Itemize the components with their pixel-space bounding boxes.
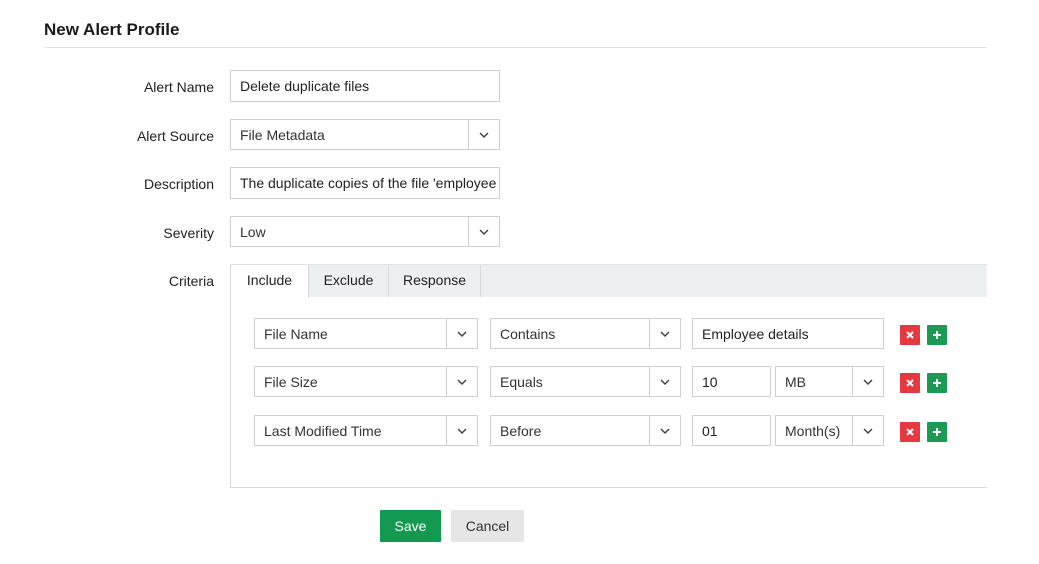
criteria-field-select[interactable]: Last Modified Time [254,415,478,446]
criteria-unit-select[interactable]: Month(s) [775,415,884,446]
criteria-label: Criteria [168,273,214,289]
chevron-down-icon[interactable] [446,367,477,396]
alert-source-label: Alert Source [136,128,214,144]
criteria-field-select[interactable]: File Name [254,318,478,349]
criteria-operator-value: Contains [500,326,556,342]
tab-include[interactable]: Include [230,265,309,298]
criteria-operator-select[interactable]: Before [490,415,681,446]
criteria-value-input[interactable]: 10 [692,366,771,397]
plus-icon [933,428,941,436]
tab-response[interactable]: Response [389,265,481,297]
severity-value: Low [240,224,266,240]
add-criteria-button[interactable] [927,325,947,345]
criteria-field-value: File Name [264,326,328,342]
criteria-field-value: Last Modified Time [264,423,382,439]
criteria-operator-select[interactable]: Equals [490,366,681,397]
chevron-down-icon[interactable] [446,416,477,445]
criteria-operator-select[interactable]: Contains [490,318,681,349]
tab-exclude[interactable]: Exclude [309,265,389,297]
chevron-down-icon[interactable] [468,120,499,149]
criteria-field-value: File Size [264,374,318,390]
remove-criteria-button[interactable] [900,325,920,345]
criteria-value-input[interactable]: 01 [692,415,771,446]
alert-name-label: Alert Name [143,79,214,95]
criteria-tabs: Include Exclude Response [230,264,987,298]
description-label: Description [143,176,214,192]
criteria-field-select[interactable]: File Size [254,366,478,397]
alert-name-input[interactable]: Delete duplicate files [230,70,500,102]
cancel-button[interactable]: Cancel [451,510,524,542]
add-criteria-button[interactable] [927,422,947,442]
criteria-operator-value: Before [500,423,542,439]
description-input[interactable]: The duplicate copies of the file 'employ… [230,167,500,199]
chevron-down-icon[interactable] [852,416,883,445]
alert-source-select[interactable]: File Metadata [230,119,500,150]
chevron-down-icon[interactable] [468,217,499,246]
add-criteria-button[interactable] [927,373,947,393]
save-button[interactable]: Save [380,510,441,542]
plus-icon [933,379,941,387]
page-title: New Alert Profile [44,20,180,39]
chevron-down-icon[interactable] [446,319,477,348]
remove-criteria-button[interactable] [900,373,920,393]
severity-select[interactable]: Low [230,216,500,247]
close-icon [906,428,914,436]
plus-icon [933,331,941,339]
close-icon [906,379,914,387]
chevron-down-icon[interactable] [649,367,680,396]
remove-criteria-button[interactable] [900,422,920,442]
criteria-unit-select[interactable]: MB [775,366,884,397]
chevron-down-icon[interactable] [852,367,883,396]
chevron-down-icon[interactable] [649,319,680,348]
criteria-operator-value: Equals [500,374,543,390]
chevron-down-icon[interactable] [649,416,680,445]
close-icon [906,331,914,339]
severity-label: Severity [163,225,214,241]
alert-source-value: File Metadata [240,127,325,143]
criteria-value-input[interactable]: Employee details [692,318,884,349]
title-divider [44,47,987,48]
